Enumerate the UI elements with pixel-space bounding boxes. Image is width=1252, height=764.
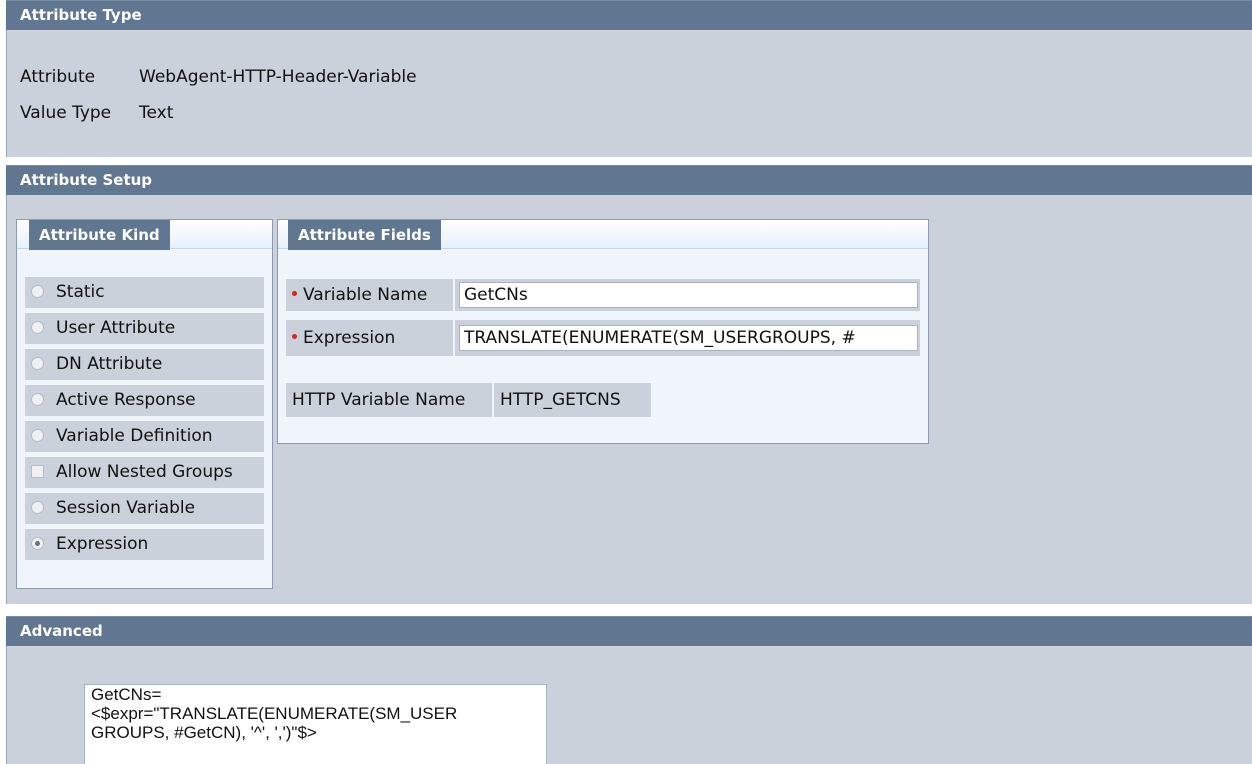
section-divider — [0, 604, 1252, 616]
kind-option-label: Expression — [56, 534, 149, 554]
radio-user-attribute[interactable] — [31, 321, 44, 334]
expression-label: Expression — [286, 320, 453, 356]
attribute-fields-box: Attribute Fields Variable Name GetCNs Ex… — [277, 219, 929, 444]
variable-name-input[interactable]: GetCNs — [459, 282, 918, 308]
attribute-kind-box: Attribute Kind Static User Attribute DN … — [16, 219, 273, 589]
checkbox-allow-nested-groups[interactable] — [31, 465, 44, 478]
kind-option-dn-attribute[interactable]: DN Attribute — [25, 349, 264, 380]
advanced-textarea[interactable]: GetCNs= <$expr="TRANSLATE(ENUMERATE(SM_U… — [84, 684, 547, 764]
variable-name-label: Variable Name — [286, 279, 453, 311]
required-indicator — [292, 290, 297, 296]
kind-option-label: Active Response — [56, 390, 196, 410]
attribute-fields-title: Attribute Fields — [288, 220, 441, 250]
section-divider — [0, 157, 1252, 165]
kind-option-user-attribute[interactable]: User Attribute — [25, 313, 264, 344]
kind-option-static[interactable]: Static — [25, 277, 264, 308]
http-variable-name-value: HTTP_GETCNS — [494, 383, 651, 417]
value-type-value: Text — [139, 103, 174, 123]
radio-variable-definition[interactable] — [31, 429, 44, 442]
radio-active-response[interactable] — [31, 393, 44, 406]
kind-option-expression[interactable]: Expression — [25, 529, 264, 560]
expression-input[interactable]: TRANSLATE(ENUMERATE(SM_USERGROUPS, # — [459, 325, 918, 351]
required-indicator — [292, 333, 297, 339]
kind-option-variable-definition[interactable]: Variable Definition — [25, 421, 264, 452]
radio-expression[interactable] — [31, 537, 44, 550]
attribute-type-panel: Attribute WebAgent-HTTP-Header-Variable … — [6, 30, 1252, 157]
radio-session-variable[interactable] — [31, 501, 44, 514]
kind-option-label: Allow Nested Groups — [56, 462, 233, 482]
kind-option-session-variable[interactable]: Session Variable — [25, 493, 264, 524]
value-type-label: Value Type — [20, 103, 112, 123]
kind-option-allow-nested-groups[interactable]: Allow Nested Groups — [25, 457, 264, 488]
kind-option-active-response[interactable]: Active Response — [25, 385, 264, 416]
attribute-value: WebAgent-HTTP-Header-Variable — [139, 67, 417, 87]
variable-name-cell: GetCNs — [455, 279, 920, 311]
variable-name-label-text: Variable Name — [303, 285, 428, 305]
expression-label-text: Expression — [303, 328, 396, 348]
advanced-header: Advanced — [6, 616, 1252, 646]
kind-option-label: User Attribute — [56, 318, 176, 338]
expression-cell: TRANSLATE(ENUMERATE(SM_USERGROUPS, # — [455, 320, 920, 356]
attribute-setup-header: Attribute Setup — [6, 165, 1252, 195]
radio-dn-attribute[interactable] — [31, 357, 44, 370]
kind-option-label: Variable Definition — [56, 426, 213, 446]
attribute-type-header: Attribute Type — [6, 0, 1252, 30]
attribute-label: Attribute — [20, 67, 96, 87]
http-variable-name-label: HTTP Variable Name — [286, 383, 492, 417]
kind-option-label: Session Variable — [56, 498, 196, 518]
kind-option-label: Static — [56, 282, 105, 302]
kind-option-label: DN Attribute — [56, 354, 163, 374]
attribute-kind-title: Attribute Kind — [29, 220, 170, 250]
radio-static[interactable] — [31, 285, 44, 298]
